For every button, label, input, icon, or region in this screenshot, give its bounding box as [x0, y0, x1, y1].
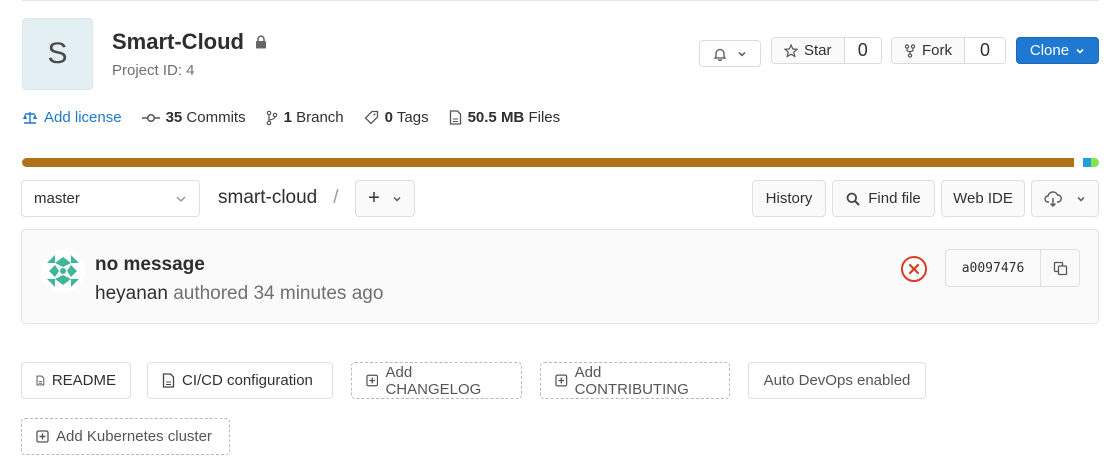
branch-icon [266, 110, 277, 125]
commit-sha[interactable]: a0097476 [946, 250, 1041, 286]
project-stats: Add license 35 Commits 1 Branch 0 Tags 5… [22, 109, 580, 126]
plus-icon: + [368, 187, 380, 209]
commit-icon [141, 113, 160, 122]
find-file-label: Find file [868, 190, 921, 207]
cicd-configuration-button[interactable]: CI/CD configuration [147, 362, 333, 399]
web-ide-label: Web IDE [953, 190, 1013, 207]
star-label: Star [804, 42, 832, 59]
add-changelog-button[interactable]: Add CHANGELOG [351, 362, 522, 399]
cloud-download-icon [1044, 190, 1062, 207]
copy-icon [1053, 261, 1067, 275]
lock-icon [256, 35, 266, 49]
plus-square-icon [555, 374, 568, 387]
star-action[interactable]: Star [772, 38, 844, 63]
branch-label: Branch [296, 109, 344, 126]
chevron-down-icon [393, 196, 401, 202]
history-label: History [765, 190, 813, 207]
add-contributing-label: Add CONTRIBUTING [574, 363, 689, 398]
clone-button[interactable]: Clone [1016, 37, 1099, 64]
chevron-down-icon [738, 51, 746, 57]
chevron-down-icon [176, 195, 186, 202]
notification-dropdown[interactable] [699, 40, 761, 67]
readme-label: README [51, 372, 116, 389]
files-label: Files [528, 109, 561, 126]
language-segment[interactable] [22, 158, 1075, 167]
project-avatar[interactable]: S [22, 18, 93, 90]
language-bar[interactable] [22, 158, 1099, 167]
tags-link[interactable]: 0 Tags [364, 109, 429, 126]
commit-authored-time: authored 34 minutes ago [173, 283, 384, 304]
files-link[interactable]: 50.5 MB Files [449, 109, 561, 126]
commit-author[interactable]: heyanan [95, 283, 168, 304]
files-size: 50.5 MB [467, 109, 525, 126]
add-license-link[interactable]: Add license [22, 109, 122, 126]
cicd-label: CI/CD configuration [182, 372, 313, 389]
commits-link[interactable]: 35 Commits [141, 109, 246, 126]
project-id: Project ID: 4 [112, 62, 195, 79]
commits-label: Commits [186, 109, 246, 126]
author-avatar[interactable] [41, 249, 85, 293]
tags-label: Tags [396, 109, 429, 126]
breadcrumb-project[interactable]: smart-cloud [218, 187, 317, 209]
language-segment[interactable] [1074, 158, 1083, 167]
top-divider [22, 0, 1099, 1]
project-title-wrap: Smart-Cloud [112, 29, 268, 55]
fork-count[interactable]: 0 [964, 38, 1005, 63]
branch-count: 1 [283, 109, 292, 126]
commits-count: 35 [165, 109, 183, 126]
fork-label: Fork [922, 42, 952, 59]
readme-button[interactable]: README [21, 362, 131, 399]
fork-button[interactable]: Fork 0 [891, 37, 1006, 64]
scale-icon [23, 111, 37, 124]
breadcrumb: smart-cloud / [218, 187, 349, 209]
clone-label: Clone [1029, 42, 1070, 59]
file-icon [162, 373, 175, 388]
plus-square-icon [36, 430, 49, 443]
project-avatar-letter: S [47, 37, 68, 70]
auto-devops-label: Auto DevOps enabled [763, 372, 911, 389]
file-icon [449, 110, 461, 125]
add-contributing-button[interactable]: Add CONTRIBUTING [540, 362, 730, 399]
add-changelog-label: Add CHANGELOG [385, 363, 482, 398]
branch-select[interactable]: master [21, 180, 200, 217]
pipeline-failed-icon[interactable] [900, 255, 928, 283]
language-segment[interactable] [1091, 158, 1099, 167]
branch-select-value: master [34, 190, 80, 207]
commit-message[interactable]: no message [95, 254, 205, 276]
star-icon [784, 43, 798, 58]
add-kubernetes-label: Add Kubernetes cluster [56, 428, 212, 445]
search-icon [846, 192, 860, 206]
add-license-label: Add license [44, 109, 122, 126]
commit-sha-group: a0097476 [945, 249, 1080, 287]
branches-link[interactable]: 1 Branch [266, 109, 344, 126]
chevron-down-icon [1076, 48, 1084, 54]
breadcrumb-separator: / [333, 187, 339, 208]
auto-devops-button[interactable]: Auto DevOps enabled [748, 362, 926, 399]
project-title[interactable]: Smart-Cloud [112, 29, 244, 55]
plus-square-icon [366, 374, 379, 387]
tags-count: 0 [384, 109, 393, 126]
fork-action[interactable]: Fork [892, 38, 964, 63]
copy-sha-button[interactable] [1041, 250, 1079, 286]
tag-icon [364, 110, 378, 125]
commit-meta: heyanan authored 34 minutes ago [95, 283, 383, 305]
download-dropdown[interactable] [1031, 180, 1099, 217]
bell-icon [713, 48, 727, 61]
find-file-button[interactable]: Find file [832, 180, 935, 217]
language-segment[interactable] [1082, 158, 1092, 167]
web-ide-button[interactable]: Web IDE [941, 180, 1025, 217]
star-button[interactable]: Star 0 [771, 37, 882, 64]
file-icon [36, 375, 45, 386]
add-file-dropdown[interactable]: + [355, 180, 415, 217]
add-kubernetes-cluster-button[interactable]: Add Kubernetes cluster [21, 418, 230, 455]
history-button[interactable]: History [752, 180, 826, 217]
last-commit-panel: no message heyanan authored 34 minutes a… [21, 229, 1099, 324]
fork-icon [904, 43, 916, 58]
chevron-down-icon [1077, 196, 1085, 202]
star-count[interactable]: 0 [843, 38, 881, 63]
